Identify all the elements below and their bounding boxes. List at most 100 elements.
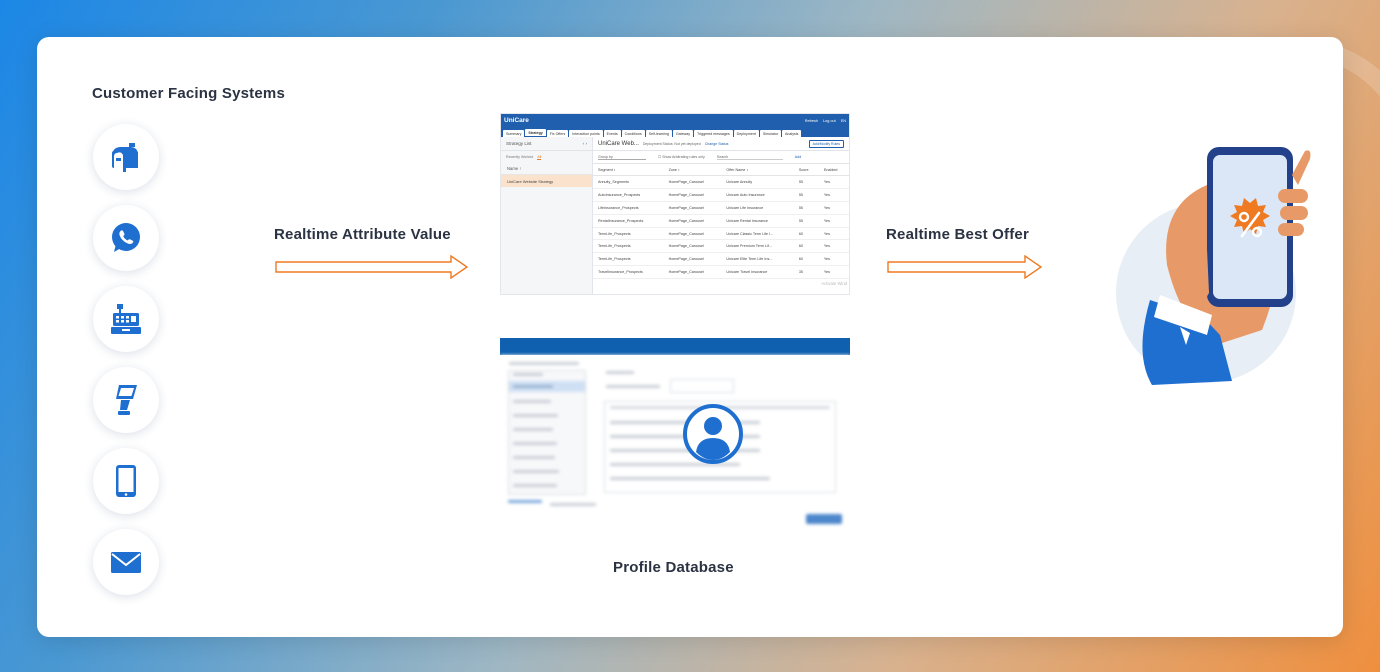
table-cell: Yes: [818, 175, 849, 189]
tab-summary[interactable]: Summary: [503, 130, 525, 137]
strategy-list-panel: Strategy List ‹ › Recently Worked All Name…: [501, 137, 593, 294]
rules-table: Segment ↕ Zone ↕ Offer Name ↕ Score Enab…: [593, 163, 849, 280]
show-arbitrating-checkbox[interactable]: ☐ Show Arbitrating rules only: [658, 155, 705, 159]
table-cell: Yes: [818, 227, 849, 241]
change-status-link[interactable]: Change Status: [705, 142, 729, 146]
tab-gateway[interactable]: Gateway: [672, 130, 694, 137]
language-link[interactable]: EN: [841, 119, 846, 123]
tab-deployment[interactable]: Deployment: [733, 130, 759, 137]
group-by-select[interactable]: Group by: [598, 155, 646, 160]
tab-events[interactable]: Events: [603, 130, 621, 137]
add-modify-rules-button[interactable]: Add/Modify Rules: [808, 139, 844, 148]
table-row[interactable]: LifeInsurance_Prospects HomePage_Carousel…: [593, 201, 849, 215]
diagram-card: Customer Facing Systems Realtime Attribu…: [37, 37, 1343, 637]
table-cell: HomePage_Carousel: [663, 265, 722, 280]
realtime-attribute-label: Realtime Attribute Value: [274, 226, 451, 243]
table-cell: 55: [793, 201, 819, 215]
tab-triggered-messages[interactable]: Triggered messages: [694, 130, 733, 137]
tab-simulator[interactable]: Simulator: [759, 130, 782, 137]
attribute-arrow: [275, 255, 469, 279]
add-link[interactable]: Add: [795, 155, 801, 159]
tab-analysis[interactable]: Analysis: [782, 130, 802, 137]
table-cell: Yes: [818, 201, 849, 215]
col-score[interactable]: Score: [793, 163, 819, 176]
table-row[interactable]: Annuity_Segments HomePage_Carousel Unicare…: [593, 175, 849, 189]
table-cell: 60: [793, 252, 819, 267]
table-cell: Yes: [818, 252, 849, 267]
profile-database-label: Profile Database: [613, 559, 734, 576]
profile-header-band: [500, 338, 850, 355]
table-cell: HomePage_Carousel: [663, 239, 722, 254]
table-cell: TermLife_Prospects: [593, 227, 664, 241]
whatsapp-icon: [93, 205, 159, 271]
hand-phone-offer-illustration: [1116, 147, 1311, 385]
table-cell: HomePage_Carousel: [663, 188, 722, 202]
table-cell: HomePage_Carousel: [663, 227, 722, 241]
blurred-profile-content: [500, 355, 850, 528]
table-cell: HomePage_Carousel: [663, 252, 722, 267]
strategy-detail-panel: UniCare Web... Deployment Status: Not ye…: [593, 137, 849, 294]
table-cell: Unicare Rental Insurance: [721, 214, 794, 228]
table-cell: Unicare Classic Term Life I...: [721, 227, 794, 241]
customer-facing-title: Customer Facing Systems: [92, 85, 285, 102]
offer-arrow: [887, 255, 1043, 279]
table-cell: 60: [793, 239, 819, 254]
table-cell: Unicare Elite Term Life Ins...: [721, 252, 794, 267]
show-arbitrating-label: Show Arbitrating rules only: [662, 155, 705, 159]
filter-all[interactable]: All: [537, 155, 542, 160]
table-cell: RentalInsurance_Prospects: [593, 214, 664, 228]
table-cell: HomePage_Carousel: [663, 214, 722, 228]
panel-title: UniCare Web...: [598, 140, 639, 147]
table-row[interactable]: TermLife_Prospects HomePage_Carousel Unica…: [593, 227, 849, 241]
email-icon: [93, 529, 159, 595]
table-cell: Unicare Life Insurance: [721, 201, 794, 215]
tab-conditions[interactable]: Conditions: [621, 130, 645, 137]
filter-recent[interactable]: Recently Worked: [506, 155, 533, 159]
table-row[interactable]: TravelInsurance_Prospects HomePage_Carous…: [593, 265, 849, 280]
table-row[interactable]: AutoInsurance_Prospects HomePage_Carousel…: [593, 188, 849, 202]
col-enabled[interactable]: Enabled: [818, 163, 849, 176]
table-cell: TravelInsurance_Prospects: [593, 265, 664, 280]
table-row[interactable]: RentalInsurance_Prospects HomePage_Carous…: [593, 214, 849, 228]
table-cell: 55: [793, 188, 819, 202]
profile-database-screenshot: [500, 338, 850, 528]
app-header: UniCare Refresh Log out EN: [501, 114, 849, 127]
tab-interaction-points[interactable]: Interaction points: [569, 130, 603, 137]
table-cell: Unicare Annuity: [721, 175, 794, 189]
table-row[interactable]: TermLife_Prospects HomePage_Carousel Unica…: [593, 239, 849, 254]
col-offer-name[interactable]: Offer Name ↕: [721, 163, 794, 176]
table-cell: 35: [793, 265, 819, 280]
table-cell: Yes: [818, 239, 849, 254]
table-cell: TermLife_Prospects: [593, 239, 664, 254]
tab-self-learning[interactable]: Self-learning: [645, 130, 672, 137]
table-cell: HomePage_Carousel: [663, 175, 722, 189]
pager-icon[interactable]: ‹ ›: [583, 141, 587, 146]
table-cell: Annuity_Segments: [593, 175, 664, 189]
table-cell: Unicare Travel Insurance: [721, 265, 794, 280]
strategy-list-title: Strategy List: [506, 141, 532, 146]
app-logo: UniCare: [504, 117, 529, 124]
table-cell: Unicare Premium Term Lif...: [721, 239, 794, 254]
refresh-link[interactable]: Refresh: [805, 119, 818, 123]
table-cell: Yes: [818, 188, 849, 202]
user-profile-icon: [683, 404, 743, 464]
activate-watermark: Activate Wind: [821, 281, 847, 286]
col-segment[interactable]: Segment ↕: [593, 163, 664, 176]
table-cell: Yes: [818, 214, 849, 228]
col-zone[interactable]: Zone ↕: [663, 163, 722, 176]
mobile-phone-icon: [93, 448, 159, 514]
table-row[interactable]: TermLife_Prospects HomePage_Carousel Unica…: [593, 252, 849, 267]
name-column-header[interactable]: Name: [507, 166, 518, 171]
tab-fix-offers[interactable]: Fix Offers: [546, 130, 569, 137]
table-cell: AutoInsurance_Prospects: [593, 188, 664, 202]
realtime-offer-label: Realtime Best Offer: [886, 226, 1030, 243]
logout-link[interactable]: Log out: [823, 119, 836, 123]
strategy-screenshot: UniCare Refresh Log out EN Summary Strat…: [500, 113, 850, 295]
table-cell: Yes: [818, 265, 849, 280]
table-cell: 55: [793, 175, 819, 189]
cash-register-icon: [93, 286, 159, 352]
search-input[interactable]: Search: [716, 155, 783, 160]
table-cell: LifeInsurance_Prospects: [593, 201, 664, 215]
tab-strategy[interactable]: Strategy: [525, 129, 546, 137]
selected-strategy[interactable]: UniCare Website Strategy: [501, 175, 592, 187]
